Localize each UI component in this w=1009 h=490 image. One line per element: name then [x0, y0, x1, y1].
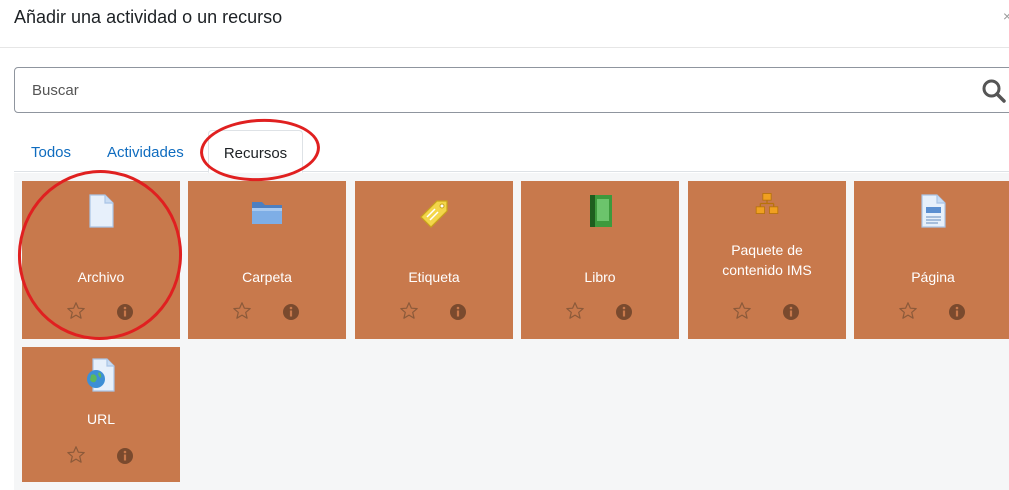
tile-label: Libro	[584, 269, 616, 285]
star-icon[interactable]	[399, 301, 419, 321]
tile-url[interactable]: URL	[22, 347, 180, 482]
tile-label-line2: contenido IMS	[722, 262, 812, 278]
book-icon	[590, 195, 612, 227]
tile-label: Etiqueta	[408, 269, 460, 285]
url-icon	[87, 358, 115, 392]
info-icon[interactable]	[282, 303, 300, 321]
tile-archivo[interactable]: Archivo	[22, 181, 180, 339]
file-icon	[89, 194, 114, 228]
modal-header: Añadir una actividad o un recurso ×	[0, 0, 1009, 48]
page-icon	[921, 194, 946, 228]
tab-bar: Todos Actividades Recursos	[14, 130, 1009, 173]
tile-label: Archivo	[77, 269, 125, 285]
tile-label: Paquete de contenido IMS	[688, 240, 846, 280]
tile-pagina[interactable]: Página	[854, 181, 1009, 339]
search-icon[interactable]	[981, 78, 1007, 104]
search-box	[14, 67, 1009, 113]
tab-recursos[interactable]: Recursos	[208, 130, 303, 173]
star-icon[interactable]	[232, 301, 252, 321]
tab-todos[interactable]: Todos	[31, 130, 71, 172]
close-button[interactable]: ×	[1003, 8, 1009, 24]
tile-label: Página	[911, 269, 955, 285]
star-icon[interactable]	[565, 301, 585, 321]
tab-actividades[interactable]: Actividades	[107, 130, 184, 172]
tile-libro[interactable]: Libro	[521, 181, 679, 339]
info-icon[interactable]	[116, 303, 134, 321]
info-icon[interactable]	[116, 447, 134, 465]
info-icon[interactable]	[948, 303, 966, 321]
modal-title: Añadir una actividad o un recurso	[14, 7, 283, 27]
tile-label-line1: Paquete de	[731, 242, 803, 258]
star-icon[interactable]	[66, 445, 86, 465]
package-icon	[755, 193, 779, 214]
resource-grid: Archivo Carpeta Etiqueta Libro Paquete d…	[14, 173, 1009, 490]
tag-icon	[420, 200, 448, 228]
search-input[interactable]	[15, 68, 975, 112]
info-icon[interactable]	[782, 303, 800, 321]
info-icon[interactable]	[449, 303, 467, 321]
tile-etiqueta[interactable]: Etiqueta	[355, 181, 513, 339]
star-icon[interactable]	[732, 301, 752, 321]
tile-label: URL	[86, 411, 115, 427]
tile-label: Carpeta	[242, 269, 292, 285]
tile-paquete-ims[interactable]: Paquete de contenido IMS	[688, 181, 846, 339]
tile-carpeta[interactable]: Carpeta	[188, 181, 346, 339]
star-icon[interactable]	[898, 301, 918, 321]
star-icon[interactable]	[66, 301, 86, 321]
folder-icon	[252, 202, 282, 224]
info-icon[interactable]	[615, 303, 633, 321]
